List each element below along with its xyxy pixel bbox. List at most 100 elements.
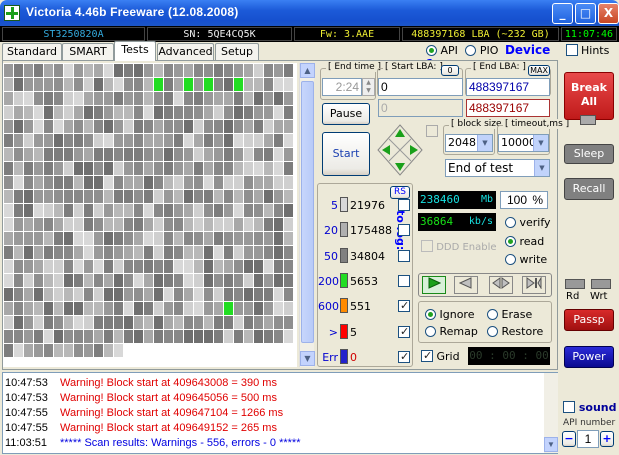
timing-threshold-label: 20 <box>324 224 338 238</box>
power-button[interactable]: Power <box>564 346 614 368</box>
scan-block <box>154 330 163 343</box>
end-time-spinner[interactable]: ▲ ▼ <box>362 78 375 96</box>
remap-option[interactable]: Remap <box>425 325 478 338</box>
scan-block <box>154 288 163 301</box>
scan-block <box>194 330 203 343</box>
end-lba-input[interactable]: 488397167 <box>466 78 550 96</box>
tab-tests[interactable]: Tests <box>114 41 156 61</box>
ignore-option[interactable]: Ignore <box>425 308 474 321</box>
title-bar[interactable]: Victoria 4.46b Freeware (12.08.2008) _ □… <box>0 0 619 26</box>
block-size-dropdown-icon[interactable]: ▼ <box>477 135 492 151</box>
timing-log-checkbox[interactable] <box>398 325 410 338</box>
scan-block <box>144 218 153 231</box>
play-backward-button[interactable] <box>454 276 478 294</box>
log-scrollbar[interactable]: ▼ <box>544 373 558 453</box>
restore-option[interactable]: Restore <box>487 325 543 338</box>
scan-block <box>164 246 173 259</box>
erase-radio[interactable] <box>487 309 498 320</box>
skip-back-button[interactable] <box>489 276 513 294</box>
pause-button[interactable]: Pause <box>322 103 370 125</box>
restore-radio[interactable] <box>487 326 498 337</box>
api-number-decrement[interactable]: − <box>562 431 576 447</box>
sound-option[interactable]: sound <box>563 401 616 414</box>
break-all-button[interactable]: Break All <box>564 72 614 120</box>
scan-block <box>244 64 253 77</box>
end-lba-max-button[interactable]: MAX <box>528 65 550 76</box>
scan-block <box>174 232 183 245</box>
scan-block <box>194 162 203 175</box>
timing-log-checkbox[interactable] <box>398 249 410 262</box>
pio-label: PIO <box>479 44 499 57</box>
scroll-thumb[interactable] <box>301 81 314 343</box>
block-size-select[interactable]: 2048 ▼ <box>445 134 493 152</box>
api-radio[interactable] <box>426 45 437 56</box>
reset-counters-button[interactable]: RS <box>390 186 410 199</box>
ddd-checkbox[interactable] <box>421 240 433 252</box>
scan-block <box>4 330 13 343</box>
tab-setup[interactable]: Setup <box>215 43 259 60</box>
scan-block <box>84 288 93 301</box>
timing-log-checkbox[interactable] <box>398 350 410 363</box>
scroll-up-icon[interactable]: ▲ <box>300 63 315 78</box>
tab-standard[interactable]: Standard <box>2 43 62 60</box>
timing-log-checkbox[interactable] <box>398 199 410 211</box>
erase-option[interactable]: Erase <box>487 308 532 321</box>
minimize-button[interactable]: _ <box>552 3 573 24</box>
write-option[interactable]: write <box>505 253 547 266</box>
read-option[interactable]: read <box>505 235 544 248</box>
timing-log-checkbox[interactable] <box>398 224 410 237</box>
sleep-button[interactable]: Sleep <box>564 144 614 164</box>
read-radio[interactable] <box>505 236 516 247</box>
sound-checkbox[interactable] <box>563 401 575 413</box>
play-forward-button[interactable] <box>422 276 446 294</box>
tab-smart[interactable]: SMART <box>62 43 114 60</box>
timeout-select[interactable]: 10000 ▼ <box>498 134 549 152</box>
scan-block <box>84 344 93 357</box>
event-log: 10:47:53 Warning! Block start at 40964300… <box>2 372 558 454</box>
scan-block <box>264 120 273 133</box>
verify-radio[interactable] <box>505 217 516 228</box>
timing-log-checkbox[interactable] <box>398 299 410 313</box>
scan-block <box>284 204 293 217</box>
end-time-input[interactable]: 2:24 <box>322 78 362 96</box>
ignore-radio[interactable] <box>425 309 436 320</box>
scan-block <box>54 302 63 315</box>
api-number-increment[interactable]: + <box>600 431 614 447</box>
scroll-down-icon[interactable]: ▼ <box>300 351 315 366</box>
scan-block <box>14 148 23 161</box>
log-entry: 10:47:53 Warning! Block start at 40964300… <box>5 376 277 390</box>
maximize-button[interactable]: □ <box>575 3 596 24</box>
tab-advanced[interactable]: Advanced <box>157 43 214 60</box>
grid-scrollbar[interactable]: ▲ ▼ <box>299 63 315 367</box>
api-number-input[interactable]: 1 <box>577 430 599 448</box>
scan-block <box>104 302 113 315</box>
skip-end-button[interactable] <box>522 276 546 294</box>
pio-radio[interactable] <box>465 45 477 56</box>
scan-block <box>164 260 173 273</box>
start-lba-reset-button[interactable]: 0 <box>441 65 459 76</box>
grid-checkbox[interactable] <box>421 349 433 362</box>
recall-button[interactable]: Recall <box>564 178 614 200</box>
grid-option[interactable]: Grid <box>421 349 460 363</box>
end-action-select[interactable]: End of test ▼ <box>445 159 550 177</box>
passp-button[interactable]: Passp <box>564 309 614 331</box>
seek-checkbox[interactable] <box>426 125 438 137</box>
scan-block <box>164 288 173 301</box>
hints-toggle[interactable]: Hints <box>566 44 609 57</box>
seek-direction-pad[interactable] <box>376 123 424 177</box>
ddd-option[interactable]: DDD Enable <box>421 240 497 253</box>
hints-checkbox[interactable] <box>566 44 578 56</box>
log-scroll-down-icon[interactable]: ▼ <box>544 437 558 452</box>
timing-log-checkbox[interactable] <box>398 274 410 287</box>
start-button[interactable]: Start <box>322 132 370 176</box>
close-button[interactable]: X <box>598 3 619 24</box>
hints-label: Hints <box>581 44 610 57</box>
end-action-dropdown-icon[interactable]: ▼ <box>534 160 549 176</box>
remap-radio[interactable] <box>425 326 436 337</box>
verify-option[interactable]: verify <box>505 216 551 229</box>
timeout-dropdown-icon[interactable]: ▼ <box>533 135 548 151</box>
write-radio[interactable] <box>505 254 516 265</box>
scan-block <box>124 92 133 105</box>
timing-color-swatch <box>340 272 348 288</box>
start-lba-input[interactable]: 0 <box>378 78 463 96</box>
